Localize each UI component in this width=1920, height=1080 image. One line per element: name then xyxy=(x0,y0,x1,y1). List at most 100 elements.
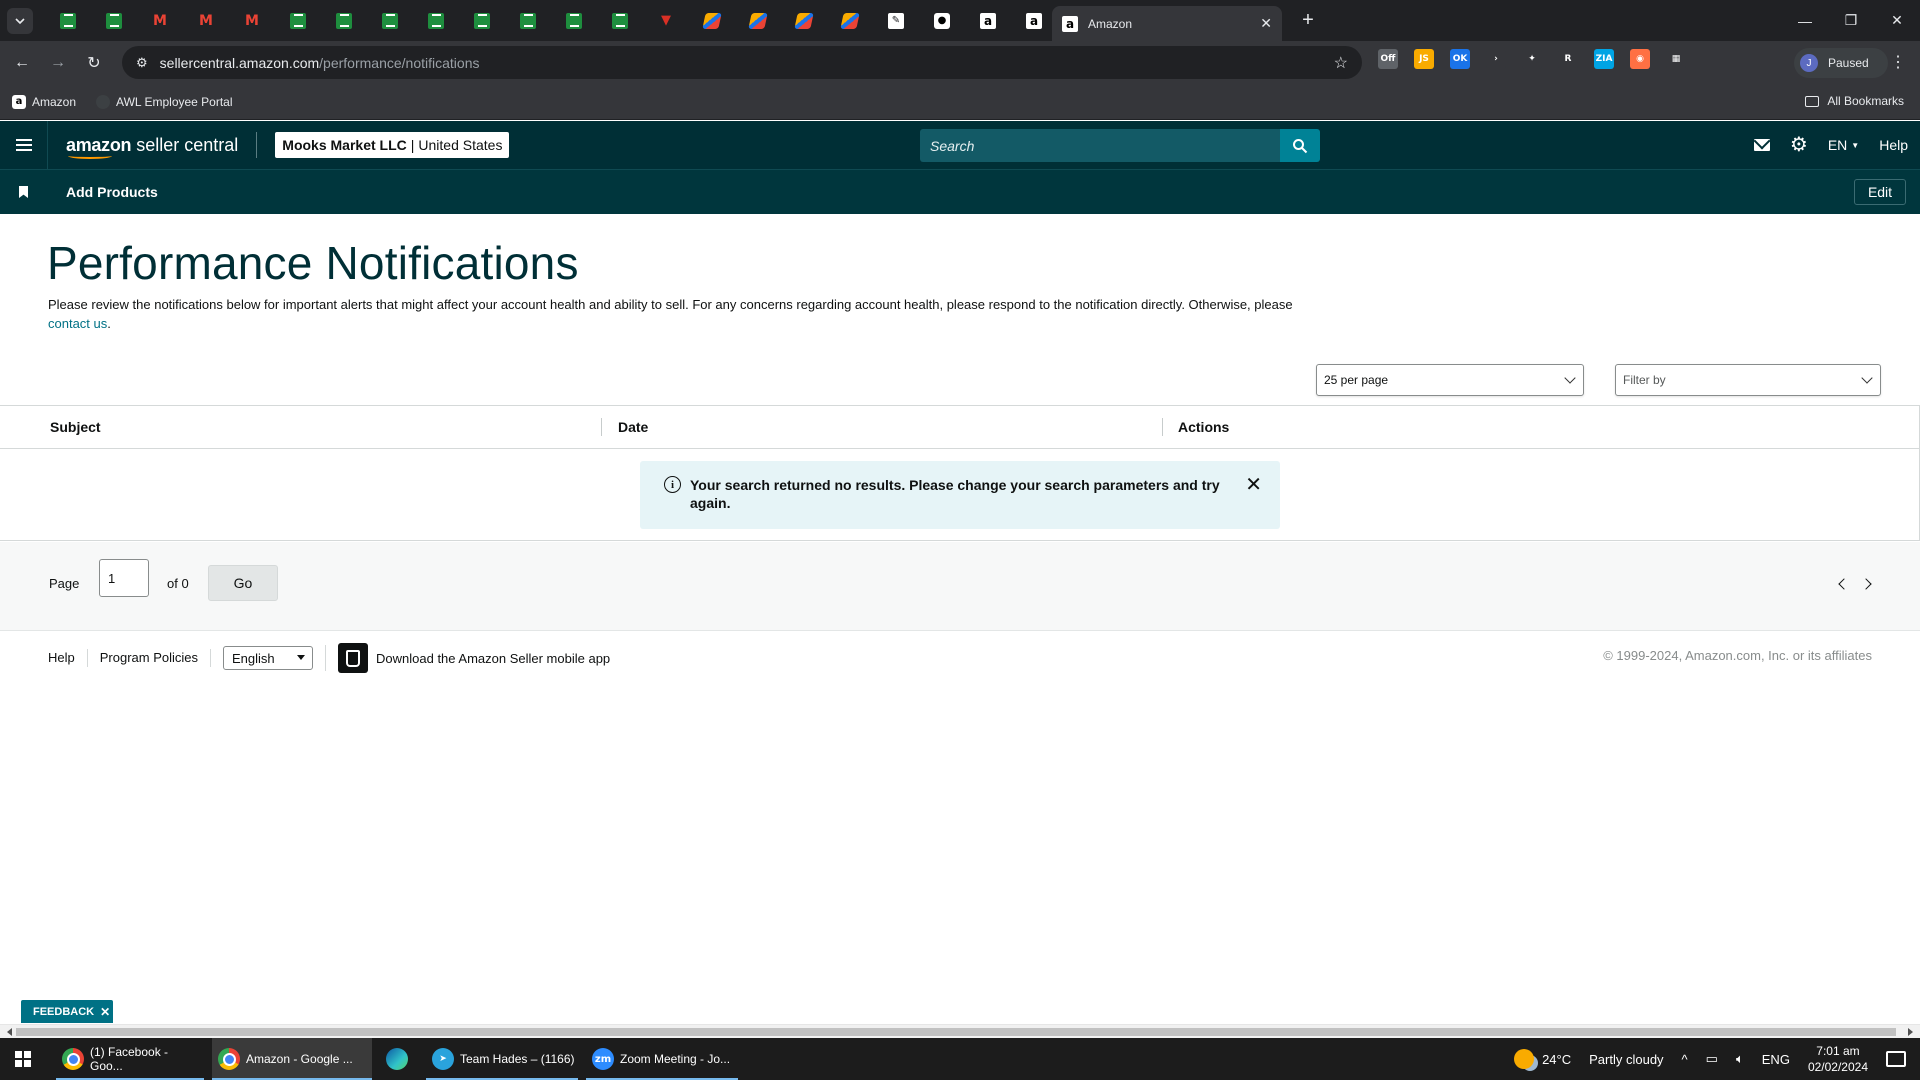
footer-language-select[interactable]: English xyxy=(223,646,314,670)
scroll-left-icon[interactable] xyxy=(3,1028,12,1036)
footer-help-link[interactable]: Help xyxy=(0,649,88,667)
clock[interactable]: 7:01 am 02/02/2024 xyxy=(1808,1043,1868,1075)
extension-icon[interactable]: R xyxy=(1558,49,1578,69)
reload-button[interactable]: ↻ xyxy=(80,49,108,77)
help-link[interactable]: Help xyxy=(1879,137,1908,153)
bookmark-awl-portal[interactable]: AWL Employee Portal xyxy=(96,94,233,109)
bookmark-amazon[interactable]: a Amazon xyxy=(12,94,76,109)
network-icon[interactable]: ▭ xyxy=(1706,1051,1718,1067)
restore-icon[interactable]: ❐ xyxy=(1828,0,1874,41)
tab-red-app[interactable]: ▼ xyxy=(643,0,689,41)
gear-icon[interactable]: ⚙ xyxy=(1790,135,1808,155)
tab-sheets[interactable] xyxy=(597,0,643,41)
seller-central-logo[interactable]: amazon seller central xyxy=(66,135,238,159)
extension-icon[interactable]: ✦ xyxy=(1522,49,1542,69)
tab-sheets[interactable] xyxy=(459,0,505,41)
scroll-thumb[interactable] xyxy=(16,1028,1896,1036)
tab-amazon[interactable]: a xyxy=(965,0,1011,41)
close-icon[interactable]: ✕ xyxy=(100,1005,110,1019)
horizontal-scrollbar[interactable] xyxy=(0,1024,1920,1038)
scroll-right-icon[interactable] xyxy=(1908,1028,1917,1036)
mobile-app-icon[interactable] xyxy=(338,643,369,673)
taskbar-item-zoom[interactable]: zm Zoom Meeting - Jo... xyxy=(586,1038,738,1080)
tab-sheets[interactable] xyxy=(505,0,551,41)
tab-document[interactable]: ✎ xyxy=(873,0,919,41)
extension-icon[interactable]: Off xyxy=(1378,49,1398,69)
bookmark-star-icon[interactable]: ☆ xyxy=(1334,53,1348,73)
tab-sheets[interactable] xyxy=(413,0,459,41)
column-header-subject[interactable]: Subject xyxy=(50,419,101,435)
show-hidden-icons[interactable]: ^ xyxy=(1682,1052,1688,1067)
tab-sheets[interactable] xyxy=(91,0,137,41)
language-selector[interactable]: EN ▼ xyxy=(1828,137,1859,153)
contact-us-link[interactable]: contact us xyxy=(48,316,107,331)
tab-sheets[interactable] xyxy=(321,0,367,41)
partly-cloudy-icon[interactable] xyxy=(1514,1049,1535,1069)
mail-icon[interactable] xyxy=(1753,139,1770,151)
add-products-link[interactable]: Add Products xyxy=(66,184,158,200)
tab-gmail[interactable]: M xyxy=(183,0,229,41)
taskbar-item-telegram[interactable]: ➤ Team Hades – (1166) xyxy=(426,1038,578,1080)
taskbar-item-facebook[interactable]: (1) Facebook - Goo... xyxy=(56,1038,204,1080)
weather-desc[interactable]: Partly cloudy xyxy=(1589,1052,1663,1067)
go-button[interactable]: Go xyxy=(208,565,278,601)
extension-icon[interactable]: JS xyxy=(1414,49,1434,69)
tab-search-button[interactable] xyxy=(7,7,33,34)
amazon-smile-icon xyxy=(68,153,112,159)
forward-button[interactable]: → xyxy=(44,49,72,77)
tab-amazon[interactable]: a xyxy=(1011,0,1057,41)
tab-sheets[interactable] xyxy=(275,0,321,41)
close-window-icon[interactable]: ✕ xyxy=(1874,0,1920,41)
page-number-input[interactable] xyxy=(99,559,149,597)
extension-icon[interactable]: OK xyxy=(1450,49,1470,69)
weather-temp[interactable]: 24°C xyxy=(1542,1052,1571,1067)
footer-program-policies-link[interactable]: Program Policies xyxy=(88,649,212,667)
tab-sheets[interactable] xyxy=(45,0,91,41)
browser-menu-icon[interactable]: ⋮ xyxy=(1890,52,1906,72)
extension-icon[interactable]: › xyxy=(1486,49,1506,69)
address-bar[interactable]: ⚙ sellercentral.amazon.com/performance/n… xyxy=(122,46,1362,79)
feedback-button[interactable]: FEEDBACK ✕ xyxy=(21,1000,113,1023)
bookmark-icon[interactable] xyxy=(19,186,28,198)
new-tab-button[interactable]: + xyxy=(1295,9,1321,32)
download-app-link[interactable]: Download the Amazon Seller mobile app xyxy=(376,651,610,666)
taskbar-item-edge[interactable] xyxy=(380,1038,416,1080)
extension-icon[interactable]: ▦ xyxy=(1666,49,1686,69)
back-button[interactable]: ← xyxy=(8,49,36,77)
tab-stripe-app[interactable] xyxy=(781,0,827,41)
tab-stripe-app[interactable] xyxy=(735,0,781,41)
tab-avatar-app[interactable]: ● xyxy=(919,0,965,41)
notification-icon[interactable] xyxy=(1886,1051,1906,1067)
tab-stripe-app[interactable] xyxy=(689,0,735,41)
column-header-actions[interactable]: Actions xyxy=(1178,419,1229,435)
input-language[interactable]: ENG xyxy=(1762,1052,1790,1067)
taskbar-item-amazon[interactable]: Amazon - Google ... xyxy=(212,1038,372,1080)
column-header-date[interactable]: Date xyxy=(618,419,648,435)
chevron-right-icon[interactable] xyxy=(1860,578,1872,590)
volume-icon[interactable]: 🔈︎ xyxy=(1736,1051,1744,1067)
tab-gmail[interactable]: M xyxy=(229,0,275,41)
start-button[interactable] xyxy=(0,1038,46,1080)
search-button[interactable] xyxy=(1280,129,1320,162)
all-bookmarks-button[interactable]: All Bookmarks xyxy=(1805,94,1904,108)
per-page-select[interactable]: 25 per page xyxy=(1316,364,1584,396)
tab-gmail[interactable]: M xyxy=(137,0,183,41)
extension-icon[interactable]: ◉ xyxy=(1630,49,1650,69)
close-icon[interactable]: ✕ xyxy=(1245,475,1262,495)
profile-button[interactable]: J Paused xyxy=(1794,48,1888,78)
tab-close-icon[interactable]: ✕ xyxy=(1260,15,1272,32)
extension-icon[interactable]: ZIA xyxy=(1594,49,1614,69)
site-info-icon[interactable]: ⚙ xyxy=(136,55,148,71)
edit-button[interactable]: Edit xyxy=(1854,179,1906,205)
minimize-icon[interactable]: — xyxy=(1782,0,1828,41)
search-input[interactable] xyxy=(920,129,1280,162)
filter-select[interactable]: Filter by xyxy=(1615,364,1881,396)
hamburger-menu-button[interactable] xyxy=(0,121,48,169)
stripe-app-icon xyxy=(702,12,722,29)
chevron-left-icon[interactable] xyxy=(1838,578,1850,590)
tab-sheets[interactable] xyxy=(551,0,597,41)
active-tab[interactable]: a Amazon ✕ xyxy=(1052,6,1282,41)
merchant-switcher[interactable]: Mooks Market LLC | United States xyxy=(275,132,510,158)
tab-stripe-app[interactable] xyxy=(827,0,873,41)
tab-sheets[interactable] xyxy=(367,0,413,41)
